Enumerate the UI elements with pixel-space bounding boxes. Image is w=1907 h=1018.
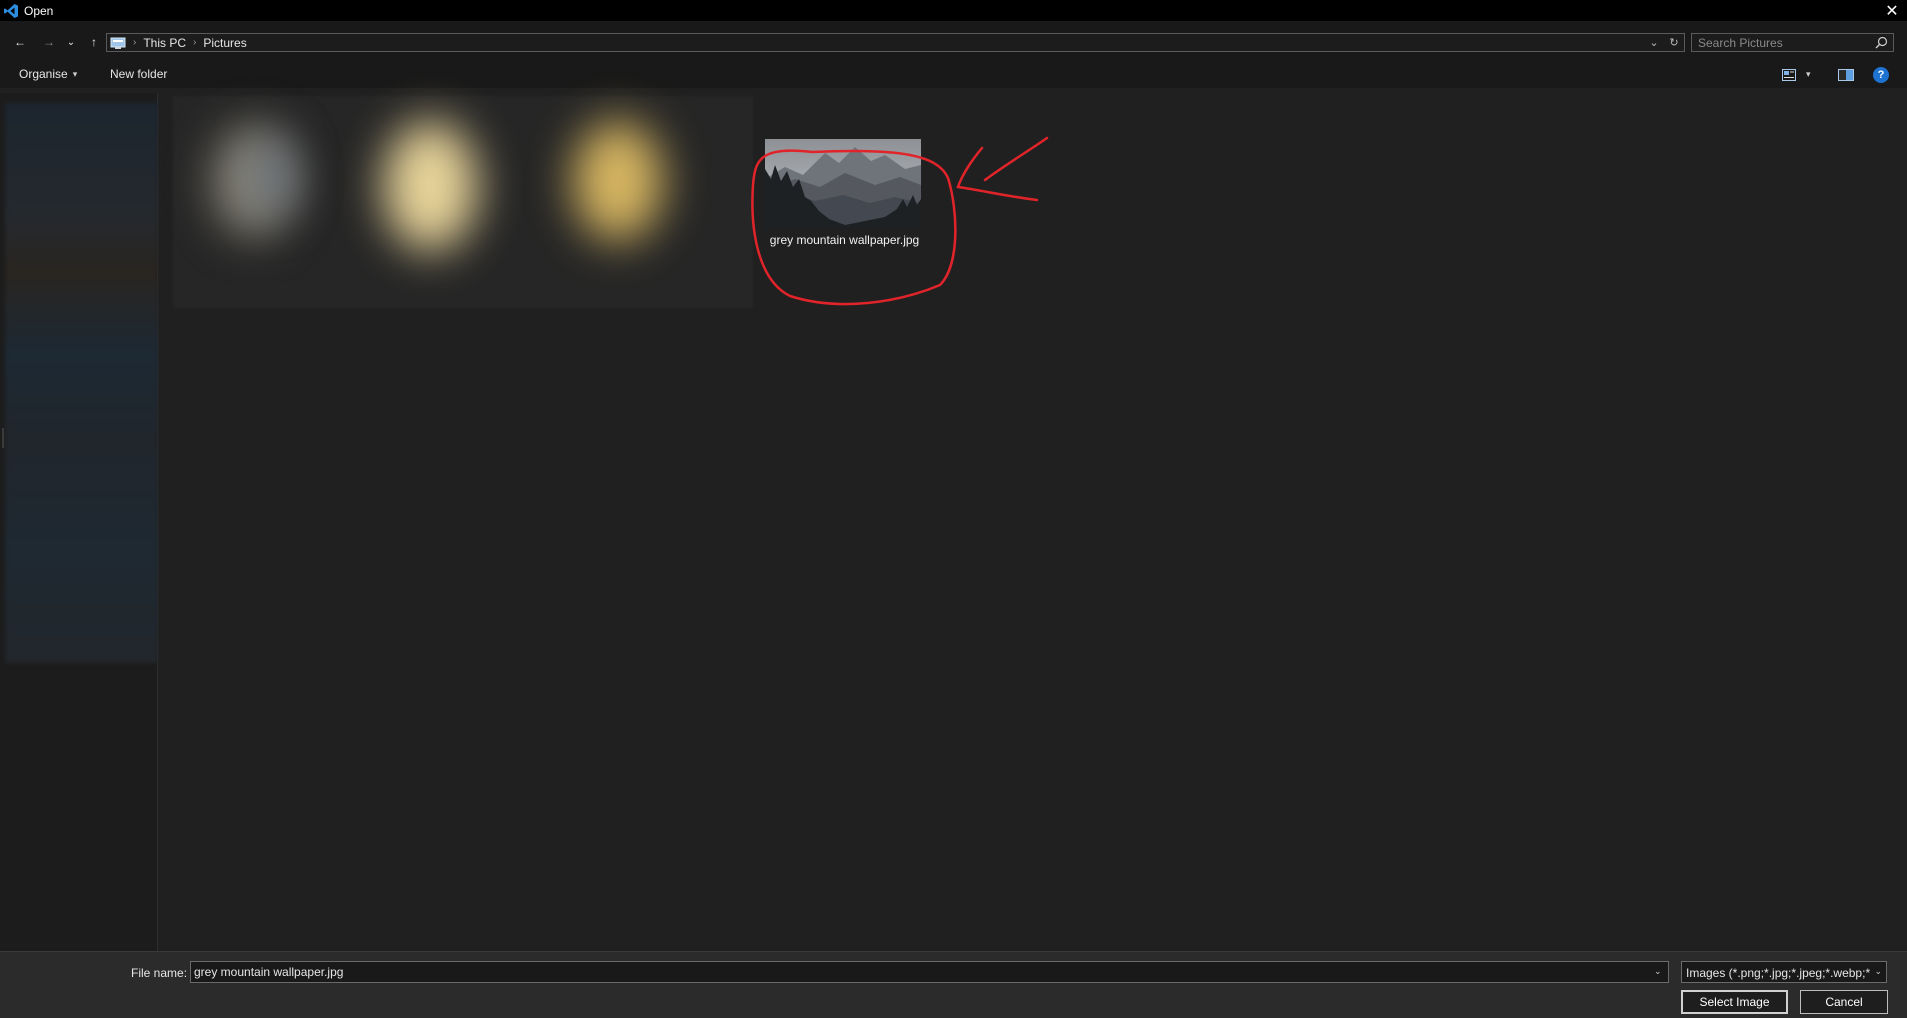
help-icon[interactable]: ? bbox=[1873, 67, 1889, 83]
title-bar: Open ✕ bbox=[0, 0, 1907, 21]
search-input[interactable] bbox=[1692, 34, 1862, 51]
file-type-filter-select[interactable]: Images (*.png;*.jpg;*.jpeg;*.webp;* ⌄ bbox=[1681, 961, 1887, 983]
search-box[interactable] bbox=[1691, 33, 1894, 52]
address-bar[interactable]: › This PC › Pictures ⌄ ↻ bbox=[106, 33, 1685, 52]
breadcrumb-this-pc[interactable]: This PC bbox=[143, 36, 186, 50]
mountain-thumbnail-image bbox=[765, 139, 921, 229]
pane-resize-handle[interactable] bbox=[2, 428, 4, 448]
vscode-icon bbox=[3, 3, 19, 19]
blurred-thumbnail bbox=[253, 136, 293, 216]
view-options-caret-icon[interactable]: ▾ bbox=[1806, 69, 1811, 80]
up-arrow-icon[interactable]: ↑ bbox=[84, 32, 104, 52]
dialog-footer: File name: ⌄ Images (*.png;*.jpg;*.jpeg;… bbox=[0, 951, 1907, 1018]
forward-arrow-icon[interactable]: → bbox=[39, 32, 59, 52]
navigation-bar: ← → ⌄ ↑ › This PC › Pictures ⌄ ↻ bbox=[0, 21, 1907, 63]
filter-dropdown-chevron-icon: ⌄ bbox=[1871, 966, 1882, 977]
blurred-thumbnails bbox=[173, 96, 753, 308]
organise-caret-icon: ▾ bbox=[72, 68, 78, 79]
command-toolbar: Organise ▾ New folder ▾ ? bbox=[0, 63, 1907, 88]
back-arrow-icon[interactable]: ← bbox=[10, 32, 30, 52]
organise-button[interactable]: Organise ▾ bbox=[19, 67, 77, 81]
preview-pane-icon[interactable] bbox=[1838, 69, 1854, 81]
blurred-thumbnail bbox=[573, 121, 663, 241]
close-icon[interactable]: ✕ bbox=[1877, 0, 1907, 21]
this-pc-icon bbox=[110, 37, 126, 49]
file-name-input[interactable] bbox=[190, 961, 1669, 983]
organise-label: Organise bbox=[19, 67, 68, 81]
window-title: Open bbox=[24, 3, 54, 18]
file-type-filter-text: Images (*.png;*.jpg;*.jpeg;*.webp;* bbox=[1686, 966, 1871, 980]
search-icon[interactable] bbox=[1875, 36, 1888, 49]
blurred-thumbnail bbox=[383, 121, 478, 251]
select-image-button[interactable]: Select Image bbox=[1681, 990, 1788, 1014]
file-list-view[interactable]: grey mountain wallpaper.jpg bbox=[159, 93, 1907, 951]
refresh-icon[interactable]: ↻ bbox=[1664, 36, 1684, 49]
file-name-label: grey mountain wallpaper.jpg bbox=[769, 233, 920, 247]
file-name-field-label: File name: bbox=[131, 966, 188, 980]
cancel-button[interactable]: Cancel bbox=[1800, 990, 1888, 1014]
breadcrumb-separator: › bbox=[133, 37, 137, 48]
navigation-pane[interactable] bbox=[0, 93, 158, 951]
file-name-dropdown-chevron-icon[interactable]: ⌄ bbox=[1654, 966, 1662, 977]
breadcrumb-separator: › bbox=[193, 37, 197, 48]
file-item-grey-mountain-wallpaper[interactable]: grey mountain wallpaper.jpg bbox=[762, 139, 927, 247]
view-options-icon[interactable] bbox=[1782, 69, 1796, 81]
address-dropdown-chevron-icon[interactable]: ⌄ bbox=[1644, 36, 1664, 49]
breadcrumb-pictures[interactable]: Pictures bbox=[203, 36, 246, 50]
new-folder-button[interactable]: New folder bbox=[110, 67, 167, 81]
navigation-pane-blurred-content bbox=[5, 103, 158, 663]
recent-locations-chevron-icon[interactable]: ⌄ bbox=[64, 32, 78, 52]
